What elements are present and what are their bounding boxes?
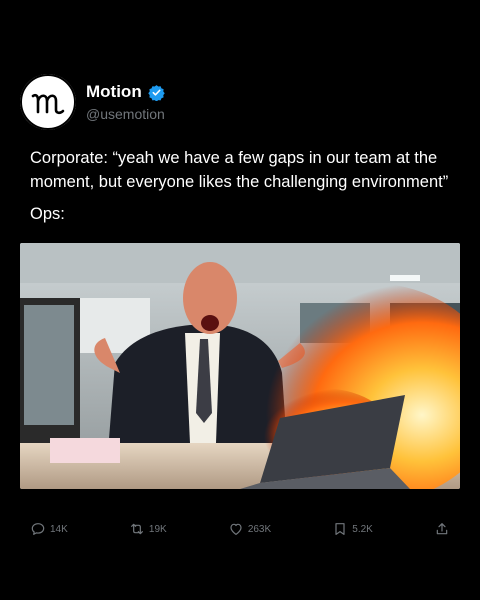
tweet-text: Corporate: “yeah we have a few gaps in o… xyxy=(30,146,460,234)
avatar[interactable] xyxy=(20,74,76,130)
tweet-actions: 14K 19K 263K 5.2K xyxy=(30,517,450,541)
share-button[interactable] xyxy=(434,521,450,537)
reply-button[interactable]: 14K xyxy=(30,521,68,537)
repost-icon xyxy=(130,523,143,535)
like-button[interactable]: 263K xyxy=(228,521,271,537)
reply-icon xyxy=(31,523,45,535)
verified-badge-icon xyxy=(147,84,165,101)
display-name[interactable]: Motion xyxy=(86,82,142,102)
bookmark-count: 5.2K xyxy=(352,523,373,535)
tweet-header: Motion @usemotion xyxy=(20,72,165,132)
author-block: Motion @usemotion xyxy=(86,82,165,122)
tweet-media[interactable] xyxy=(20,243,460,489)
like-count: 263K xyxy=(247,523,272,535)
bookmark-icon xyxy=(335,523,345,535)
share-icon xyxy=(436,523,448,535)
handle[interactable]: @usemotion xyxy=(86,106,165,122)
tweet-line-1: Corporate: “yeah we have a few gaps in o… xyxy=(30,149,449,191)
reply-count: 14K xyxy=(50,523,68,535)
office-fire-photo xyxy=(20,243,460,489)
bookmark-button[interactable]: 5.2K xyxy=(332,521,373,537)
motion-logo-icon xyxy=(20,74,76,130)
repost-count: 19K xyxy=(148,523,167,535)
tweet-line-2: Ops: xyxy=(30,205,65,223)
repost-button[interactable]: 19K xyxy=(129,521,167,537)
heart-icon xyxy=(230,523,242,535)
